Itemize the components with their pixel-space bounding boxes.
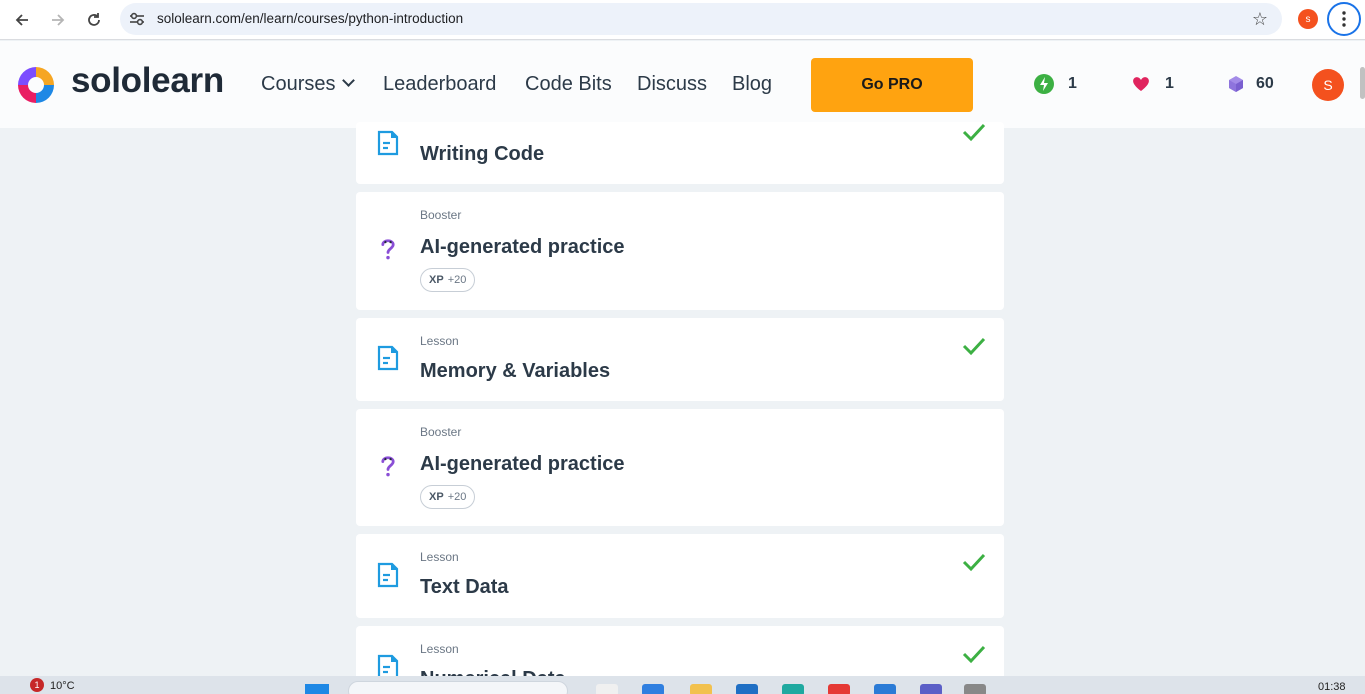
xp-value: +20 xyxy=(447,491,467,503)
lightning-icon xyxy=(1034,74,1054,94)
checkmark-icon xyxy=(962,645,986,664)
lesson-title: Text Data xyxy=(420,576,509,598)
booster-card[interactable]: Booster AI-generated practice XP +20 xyxy=(356,192,1004,310)
page-scrollbar-thumb[interactable] xyxy=(1360,67,1365,99)
lesson-title: Memory & Variables xyxy=(420,360,611,382)
cube-icon xyxy=(1229,76,1243,92)
bits-counter[interactable]: 60 xyxy=(1226,74,1274,94)
weather-alert-badge[interactable]: 1 xyxy=(30,678,44,692)
xp-badge: XP +20 xyxy=(420,268,476,292)
store-icon[interactable] xyxy=(736,684,758,694)
checkmark-icon xyxy=(962,123,986,142)
bookmark-star-icon[interactable]: ☆ xyxy=(1252,9,1268,30)
booster-title: AI-generated practice xyxy=(420,236,625,258)
go-pro-button[interactable]: Go PRO xyxy=(811,58,973,112)
forward-button[interactable] xyxy=(43,5,73,35)
lesson-card[interactable]: Writing Code xyxy=(356,122,1004,184)
card-type-label: Lesson xyxy=(420,550,459,564)
nav-courses[interactable]: Courses xyxy=(261,73,356,96)
booster-card[interactable]: Booster AI-generated practice XP +20 xyxy=(356,409,1004,526)
kebab-menu-icon xyxy=(1342,11,1346,27)
site-header: sololearn Courses Leaderboard Code Bits … xyxy=(0,41,1365,128)
arrow-right-icon xyxy=(52,14,65,26)
vscode-icon[interactable] xyxy=(874,684,896,694)
weather-temperature[interactable]: 10°C xyxy=(50,680,75,692)
back-button[interactable] xyxy=(7,5,37,35)
folder-icon[interactable] xyxy=(690,684,712,694)
xp-badge: XP +20 xyxy=(420,485,476,509)
edge-icon[interactable] xyxy=(782,684,804,694)
chrome-icon[interactable] xyxy=(828,684,850,694)
nav-discuss[interactable]: Discuss xyxy=(637,73,707,96)
user-avatar[interactable]: S xyxy=(1312,69,1344,101)
lesson-title: Writing Code xyxy=(420,143,545,165)
heart-icon xyxy=(1133,77,1149,91)
question-icon xyxy=(381,456,395,477)
system-clock[interactable]: 01:38 xyxy=(1318,681,1346,693)
windows-start-icon[interactable] xyxy=(305,684,329,694)
nav-blog[interactable]: Blog xyxy=(732,73,772,96)
nav-leaderboard[interactable]: Leaderboard xyxy=(383,73,496,96)
booster-title: AI-generated practice xyxy=(420,453,625,475)
taskbar-search[interactable] xyxy=(348,681,568,694)
question-icon xyxy=(381,239,395,260)
browser-toolbar: sololearn.com/en/learn/courses/python-in… xyxy=(0,0,1365,40)
url-text[interactable]: sololearn.com/en/learn/courses/python-in… xyxy=(157,11,463,26)
taskbar-app-icon[interactable] xyxy=(964,684,986,694)
reload-icon xyxy=(88,13,100,26)
lesson-card[interactable]: Lesson Text Data xyxy=(356,534,1004,618)
browser-menu-button[interactable] xyxy=(1327,2,1361,36)
checkmark-icon xyxy=(962,553,986,572)
lesson-card[interactable]: Lesson Memory & Variables xyxy=(356,318,1004,401)
card-type-label: Lesson xyxy=(420,642,459,656)
streak-counter[interactable]: 1 xyxy=(1034,74,1077,94)
taskbar-app-icon[interactable] xyxy=(642,684,664,694)
hearts-counter[interactable]: 1 xyxy=(1131,74,1174,94)
teams-icon[interactable] xyxy=(920,684,942,694)
lesson-icon xyxy=(377,562,399,588)
arrow-left-icon xyxy=(15,14,28,26)
sololearn-logo-icon[interactable] xyxy=(14,63,58,107)
hearts-count: 1 xyxy=(1165,75,1174,92)
taskbar-app-icon[interactable] xyxy=(596,684,618,694)
card-type-label: Booster xyxy=(420,208,462,222)
reload-button[interactable] xyxy=(79,5,109,35)
logo-text[interactable]: sololearn xyxy=(71,61,224,101)
os-taskbar: 1 10°C 01:38 xyxy=(0,676,1365,694)
bits-count: 60 xyxy=(1256,75,1274,92)
checkmark-icon xyxy=(962,337,986,356)
xp-value: +20 xyxy=(447,274,467,286)
card-type-label: Booster xyxy=(420,425,462,439)
card-type-label: Lesson xyxy=(420,334,459,348)
chevron-down-icon xyxy=(342,74,356,87)
xp-label: XP xyxy=(429,274,444,286)
site-info-button[interactable] xyxy=(128,10,146,28)
nav-courses-label: Courses xyxy=(261,73,336,95)
lesson-icon xyxy=(377,345,399,371)
nav-code-bits[interactable]: Code Bits xyxy=(525,73,612,96)
browser-profile-avatar[interactable]: S xyxy=(1298,9,1318,29)
tune-icon xyxy=(130,12,144,26)
streak-count: 1 xyxy=(1068,75,1077,92)
lesson-icon xyxy=(377,130,399,156)
xp-label: XP xyxy=(429,491,444,503)
address-bar[interactable]: sololearn.com/en/learn/courses/python-in… xyxy=(120,3,1282,35)
